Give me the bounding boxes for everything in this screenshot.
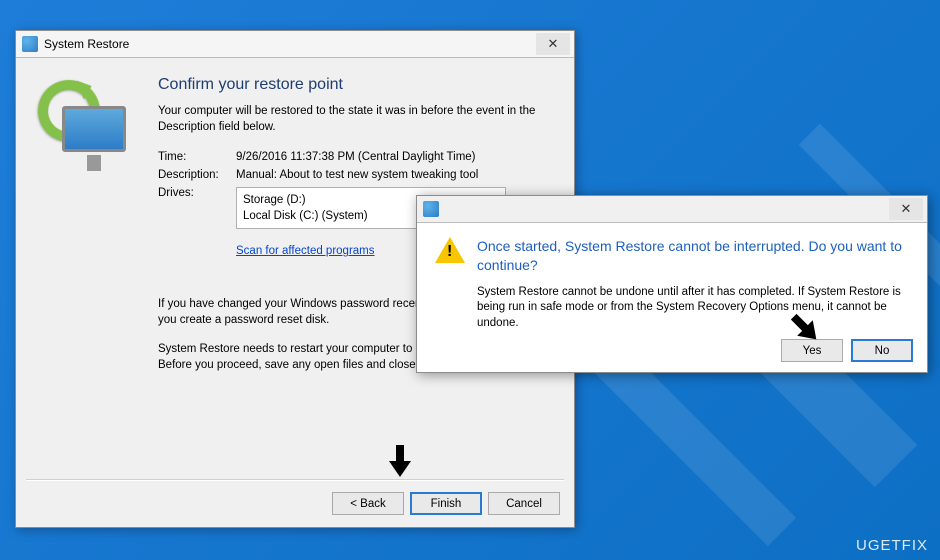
divider <box>26 479 564 481</box>
time-label: Time: <box>158 151 236 163</box>
close-button[interactable]: ✕ <box>889 198 923 220</box>
confirm-body: Once started, System Restore cannot be i… <box>417 223 927 331</box>
back-button[interactable]: < Back <box>332 492 404 515</box>
dialog-buttons: < Back Finish Cancel <box>332 492 560 515</box>
cancel-button[interactable]: Cancel <box>488 492 560 515</box>
no-button[interactable]: No <box>851 339 913 362</box>
watermark: UGETFIX <box>856 537 928 554</box>
scan-affected-link[interactable]: Scan for affected programs <box>236 245 375 257</box>
description-row: Description: Manual: About to test new s… <box>158 169 556 181</box>
system-restore-graphic <box>28 78 148 178</box>
pointer-arrow-icon <box>385 443 415 479</box>
confirm-dialog: ✕ Once started, System Restore cannot be… <box>416 195 928 373</box>
close-button[interactable]: ✕ <box>536 33 570 55</box>
titlebar[interactable]: System Restore ✕ <box>16 31 574 58</box>
window-title: System Restore <box>44 37 536 51</box>
confirm-titlebar[interactable]: ✕ <box>417 196 927 223</box>
page-heading: Confirm your restore point <box>158 76 556 94</box>
warning-icon <box>435 237 465 267</box>
close-icon: ✕ <box>901 201 912 217</box>
confirm-text: System Restore cannot be undone until af… <box>477 285 909 332</box>
system-restore-icon <box>423 201 439 217</box>
time-value: 9/26/2016 11:37:38 PM (Central Daylight … <box>236 151 476 163</box>
description-value: Manual: About to test new system tweakin… <box>236 169 478 181</box>
confirm-heading: Once started, System Restore cannot be i… <box>477 237 909 275</box>
close-icon: ✕ <box>548 36 559 52</box>
page-subtext: Your computer will be restored to the st… <box>158 104 556 135</box>
drives-label: Drives: <box>158 187 236 199</box>
time-row: Time: 9/26/2016 11:37:38 PM (Central Day… <box>158 151 556 163</box>
description-label: Description: <box>158 169 236 181</box>
finish-button[interactable]: Finish <box>410 492 482 515</box>
graphic-column <box>28 70 158 478</box>
system-restore-icon <box>22 36 38 52</box>
